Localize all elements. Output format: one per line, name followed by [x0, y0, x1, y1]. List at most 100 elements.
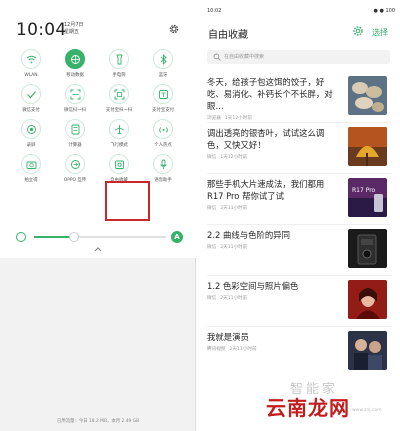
search-icon	[213, 53, 221, 61]
page-title: 自由收藏	[208, 30, 248, 41]
hotspot-icon	[158, 126, 168, 133]
list-item[interactable]: 2.2 曲线与色阶的异同 微信 2天11小时前	[207, 229, 391, 275]
item-meta: 微信 2天11小时前	[207, 244, 247, 250]
quick-tile-bluetooth[interactable]: 蓝牙	[146, 49, 180, 79]
quick-tile-wechat-pay[interactable]: 微信支付	[14, 84, 48, 114]
list-divider	[207, 173, 391, 174]
item-thumbnail	[348, 127, 387, 166]
quick-tile-collect[interactable]: 自由收藏	[102, 154, 136, 184]
select-button[interactable]: 选择	[372, 27, 388, 38]
wifi-icon	[26, 55, 36, 63]
watermark-url: www.znj.com	[352, 408, 382, 413]
item-thumbnail	[348, 229, 387, 268]
tile-circle	[21, 154, 41, 174]
quick-tile-calculator[interactable]: 计算器	[58, 119, 92, 149]
item-source: 微信	[207, 296, 217, 301]
tile-circle	[153, 154, 173, 174]
date-line-1: 12月7日	[64, 22, 84, 28]
clock: 10:04	[16, 20, 67, 40]
item-title: 我就是演员	[207, 332, 249, 342]
quick-tile-alipay-scan[interactable]: 支付宝扫一扫	[102, 84, 136, 114]
brightness-slider[interactable]	[34, 232, 166, 242]
tile-circle	[153, 119, 173, 139]
quick-tile-wifi[interactable]: WLAN	[14, 49, 48, 79]
status-time: 10:02	[207, 8, 222, 14]
list-item[interactable]: 那些手机大片速成法，我们都用R17 Pro 帮你试了试 微信 2天11小时前 R17 …	[207, 178, 391, 224]
item-meta: 浏览器 1天12小时前	[207, 115, 252, 121]
quick-tile-airplane[interactable]: 飞行模式	[102, 119, 136, 149]
item-time: 1天12小时前	[224, 116, 252, 121]
list-item[interactable]: 冬天，给孩子包这饵的饺子，好吃、易消化、补钙长个不长胖，对眼… 浏览器 1天12小时…	[207, 76, 391, 122]
item-title: 1.2 色彩空间与照片偏色	[207, 281, 299, 291]
tile-label: 语音助手	[154, 178, 172, 183]
collect-icon	[114, 160, 124, 169]
item-title: 调出透亮的银杏叶，试试这么调色，又快又好！	[207, 128, 325, 150]
item-time: 2天11小时前	[220, 245, 248, 250]
list-item[interactable]: 我就是演员腾讯视频 2天11小时前	[207, 331, 391, 377]
tile-circle	[109, 49, 129, 69]
item-title: 冬天，给孩子包这饵的饺子，好吃、易消化、补钙长个不长胖，对眼…	[207, 77, 333, 111]
status-indicators: ● ● 100	[373, 8, 395, 14]
search-input[interactable]: 在自由收藏中搜索	[207, 50, 390, 64]
quick-tile-screen-record[interactable]: 录屏	[14, 119, 48, 149]
tile-circle	[21, 84, 41, 104]
calculator-icon	[71, 124, 79, 134]
mic-icon	[159, 159, 167, 169]
scan-icon	[70, 89, 80, 99]
share-icon	[70, 159, 80, 169]
quick-tile-mobile-data[interactable]: 移动数据	[58, 49, 92, 79]
tile-label: 手电筒	[112, 73, 126, 78]
date: 12月7日 星期五	[64, 22, 84, 36]
tile-circle	[65, 49, 85, 69]
item-time: 2天11小时前	[229, 347, 257, 352]
brightness-icon	[16, 232, 26, 242]
tile-label: 蓝牙	[158, 73, 168, 78]
list-divider	[207, 326, 391, 327]
list-divider	[207, 122, 391, 123]
tile-label: 微信支付	[22, 108, 40, 113]
item-meta: 微信 2天11小时前	[207, 295, 247, 301]
quick-tile-mic[interactable]: 语音助手	[146, 154, 180, 184]
list-divider	[207, 224, 391, 225]
item-thumbnail	[348, 76, 387, 115]
item-title: 那些手机大片速成法，我们都用R17 Pro 帮你试了试	[207, 179, 325, 201]
settings-gear-icon[interactable]	[168, 23, 180, 35]
item-time: 2天11小时前	[220, 296, 248, 301]
quick-settings-panel: 10:04 12月7日 星期五 WLAN 移动数据 手电筒 蓝牙 微信支付 微信扫一扫 支付…	[0, 0, 196, 431]
tile-label: OPPO 互传	[63, 178, 87, 183]
tile-label: 计算器	[68, 143, 82, 148]
item-meta: 微信 1天12小时前	[207, 154, 247, 160]
item-source: 微信	[207, 155, 217, 160]
quick-tile-flashlight[interactable]: 手电筒	[102, 49, 136, 79]
tile-label: 支付宝支付	[152, 108, 174, 113]
tile-circle	[65, 119, 85, 139]
list-item[interactable]: 1.2 色彩空间与照片偏色微信 2天11小时前	[207, 280, 391, 326]
tile-circle	[21, 119, 41, 139]
quick-tile-camera[interactable]: 拍立得	[14, 154, 48, 184]
item-time: 1天12小时前	[220, 155, 248, 160]
flashlight-icon	[115, 54, 123, 64]
tile-circle	[109, 119, 129, 139]
tile-label: 移动数据	[66, 73, 84, 78]
screenshot-root: 10:04 12月7日 星期五 WLAN 移动数据 手电筒 蓝牙 微信支付 微信扫一扫 支付…	[0, 0, 400, 431]
camera-icon	[26, 161, 36, 169]
brightness-knob[interactable]	[68, 232, 79, 242]
list-item[interactable]: 调出透亮的银杏叶，试试这么调色，又快又好！ 微信 1天12小时前	[207, 127, 391, 173]
alipay-scan-icon	[114, 89, 124, 99]
settings-icon[interactable]	[352, 25, 364, 37]
quick-tile-hotspot[interactable]: 个人热点	[146, 119, 180, 149]
auto-brightness-button[interactable]: A	[171, 231, 183, 243]
quick-tile-share[interactable]: OPPO 互传	[58, 154, 92, 184]
tile-circle	[21, 49, 41, 69]
item-source: 腾讯视频	[207, 347, 226, 352]
tile-label: 录屏	[26, 143, 36, 148]
chevron-up-icon[interactable]	[94, 246, 102, 252]
item-meta: 腾讯视频 2天11小时前	[207, 346, 257, 352]
wechat-pay-icon	[26, 90, 36, 98]
watermark-main: 云南龙网	[266, 396, 350, 420]
item-source: 浏览器	[207, 116, 221, 121]
quick-tile-alipay-pay[interactable]: 支付宝支付	[146, 84, 180, 114]
list-divider	[207, 275, 391, 276]
quick-tile-scan[interactable]: 微信扫一扫	[58, 84, 92, 114]
svg-text:R17 Pro: R17 Pro	[352, 187, 376, 194]
